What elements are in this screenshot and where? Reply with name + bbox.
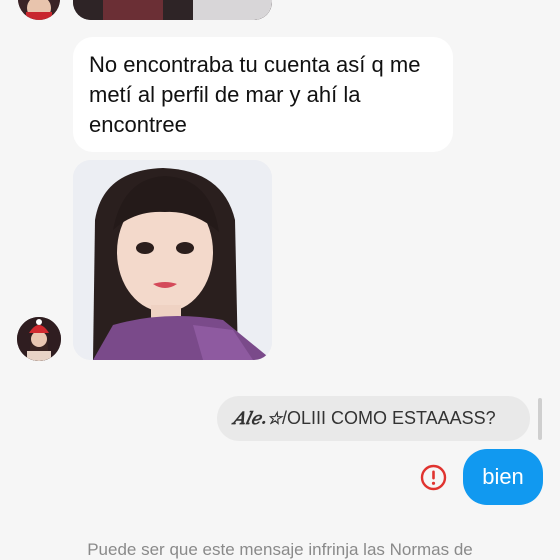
reply-quote-preview[interactable]: 𝐴𝑙𝑒.☆/OLIII COMO ESTAAASS?: [217, 396, 530, 441]
sender-avatar-top[interactable]: [18, 0, 60, 20]
sender-avatar[interactable]: [17, 317, 61, 361]
incoming-message-bubble[interactable]: No encontraba tu cuenta así q me metí al…: [73, 37, 453, 152]
outgoing-message-text: bien: [482, 464, 524, 489]
previous-photo-message[interactable]: [73, 0, 272, 20]
incoming-message-text: No encontraba tu cuenta así q me metí al…: [89, 52, 421, 137]
reply-quote-author: 𝐴𝑙𝑒.☆: [233, 408, 282, 429]
exclamation-circle-icon[interactable]: [420, 464, 447, 491]
message-violation-notice: Puede ser que este mensaje infrinja las …: [87, 540, 473, 559]
photo-message[interactable]: [73, 160, 272, 360]
reply-quote-text: /OLIII COMO ESTAAASS?: [281, 408, 496, 428]
outgoing-message-bubble[interactable]: bien: [463, 449, 543, 505]
reply-quote-bar: [538, 398, 542, 440]
